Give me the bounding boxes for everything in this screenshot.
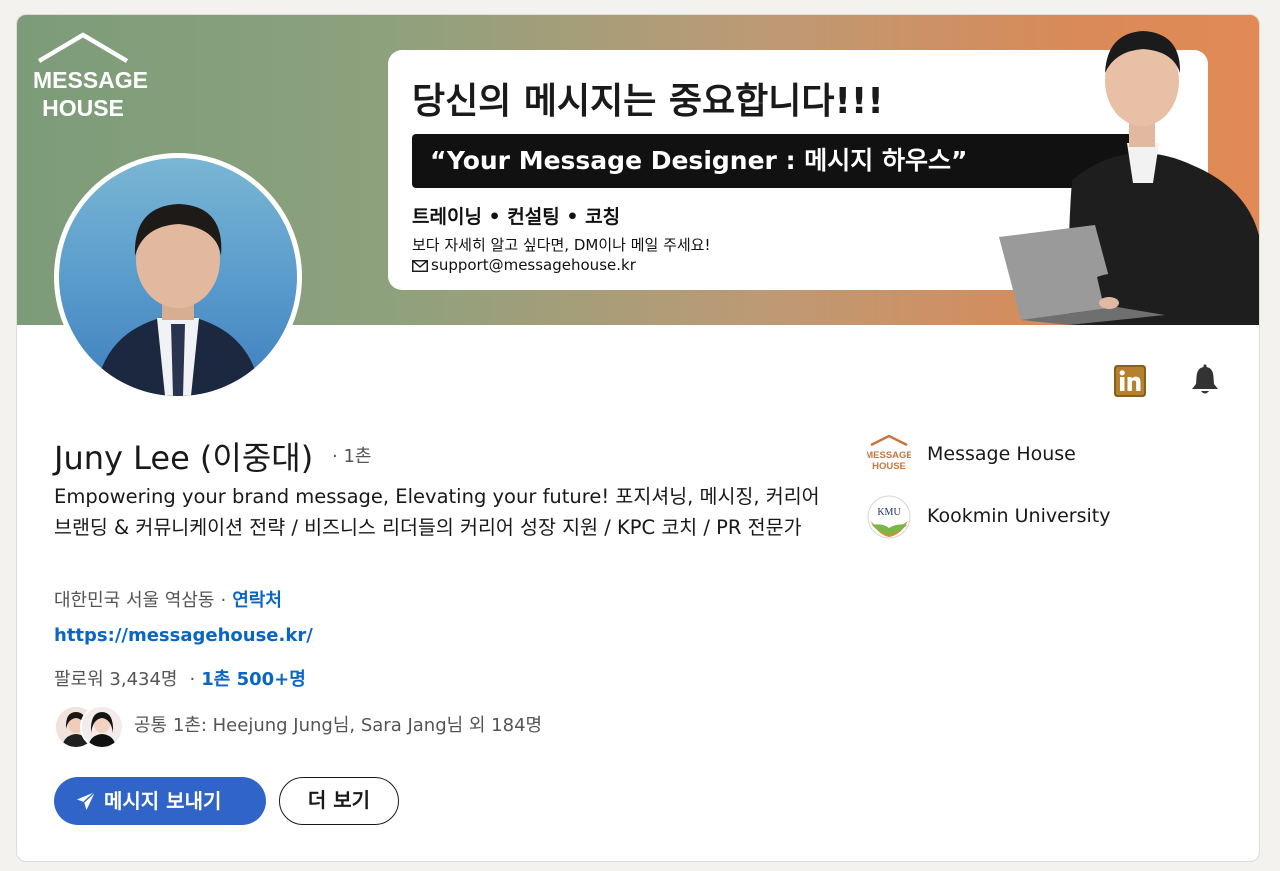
profile-location: 대한민국 서울 역삼동 (54, 590, 214, 611)
profile-stats: 팔로워 3,434명 ·1촌 500+명 (54, 665, 306, 691)
website-link[interactable]: https://messagehouse.kr/ (54, 625, 313, 646)
banner-email: support@messagehouse.kr (412, 256, 636, 274)
profile-location-row: 대한민국 서울 역삼동 · 연락처 (54, 586, 282, 612)
kmu-logo-text: KMU (877, 507, 901, 518)
mutual-connections-text[interactable]: 공통 1촌: Heejung Jung님, Sara Jang님 외 184명 (134, 711, 542, 737)
send-message-button[interactable]: 메시지 보내기 (54, 777, 266, 825)
bell-icon[interactable] (1188, 363, 1222, 397)
connection-degree: · 1촌 (332, 442, 371, 468)
location-separator: · (220, 590, 226, 611)
followers-count: 팔로워 3,434명 (54, 669, 178, 690)
linkedin-icon[interactable] (1114, 365, 1146, 397)
banner-headline: 당신의 메시지는 중요합니다!!! (412, 72, 884, 124)
house-roof-icon (33, 31, 133, 65)
mutual-connections-avatars[interactable] (54, 705, 124, 749)
banner-cta: 보다 자세히 알고 싶다면, DM이나 메일 주세요! (412, 234, 710, 255)
mutual-avatar (80, 705, 124, 749)
profile-avatar[interactable] (54, 153, 302, 401)
logo-line-1: MESSAGE (33, 67, 133, 93)
banner-email-text: support@messagehouse.kr (431, 256, 636, 274)
send-message-label: 메시지 보내기 (104, 789, 221, 813)
send-icon (76, 791, 96, 811)
message-house-org-logo: MESSAGE HOUSE (867, 433, 911, 477)
profile-headline: Empowering your brand message, Elevating… (54, 481, 824, 543)
org-logo-line-2: HOUSE (872, 461, 906, 472)
message-house-logo: MESSAGE HOUSE (33, 31, 133, 125)
envelope-icon (412, 260, 428, 272)
contact-info-link[interactable]: 연락처 (232, 590, 282, 611)
org-logo-line-1: MESSAGE (867, 450, 911, 461)
banner-person-photo (977, 15, 1260, 325)
more-button[interactable]: 더 보기 (279, 777, 399, 825)
banner-services: 트레이닝 • 컨설팅 • 코칭 (412, 202, 620, 229)
profile-photo (59, 158, 297, 396)
stats-separator: · (190, 669, 196, 690)
profile-name: Juny Lee (이중대) (54, 433, 313, 479)
kookmin-university-logo: KMU (867, 495, 911, 539)
logo-line-2: HOUSE (33, 95, 133, 121)
org-name-message-house: Message House (927, 443, 1076, 465)
profile-card: MESSAGE HOUSE 당신의 메시지는 중요합니다!!! “Your Me… (16, 14, 1260, 862)
org-name-kookmin-university: Kookmin University (927, 505, 1110, 527)
connections-link[interactable]: 1촌 500+명 (201, 669, 306, 690)
